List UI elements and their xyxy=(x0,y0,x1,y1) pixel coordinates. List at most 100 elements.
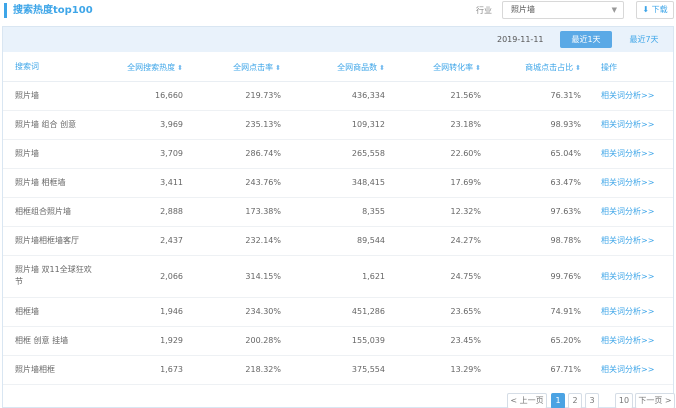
cell-heat: 3,969 xyxy=(93,110,189,140)
table-row: 照片墙 双11全球狂欢节 2,066 314.15% 1,621 24.75% … xyxy=(3,255,673,298)
cell-click-rate: 234.30% xyxy=(189,297,287,327)
related-analysis-link[interactable]: 相关词分析>> xyxy=(587,326,673,356)
sort-icon[interactable]: ⬍ xyxy=(177,64,183,72)
cell-heat: 16,660 xyxy=(93,81,189,111)
cell-click-rate: 235.13% xyxy=(189,110,287,140)
cell-conversion-rate: 22.60% xyxy=(391,139,487,169)
cell-conversion-rate: 23.18% xyxy=(391,110,487,140)
cell-conversion-rate: 13.29% xyxy=(391,355,487,385)
cell-heat: 3,411 xyxy=(93,168,189,198)
cell-click-rate: 173.38% xyxy=(189,197,287,227)
sort-icon[interactable]: ⬍ xyxy=(475,64,481,72)
cell-keyword: 相框 创意 挂墙 xyxy=(3,326,93,356)
prev-page-button[interactable]: < 上一页 xyxy=(507,393,547,408)
cell-goods-count: 348,415 xyxy=(287,168,391,198)
table-row: 相框墙 1,946 234.30% 451,286 23.65% 74.91% … xyxy=(3,297,673,327)
cell-conversion-rate: 12.32% xyxy=(391,197,487,227)
download-label: 下载 xyxy=(651,5,668,14)
cell-mall-click-ratio: 67.71% xyxy=(487,355,587,385)
cell-conversion-rate: 24.27% xyxy=(391,226,487,256)
cell-mall-click-ratio: 65.04% xyxy=(487,139,587,169)
table-header-row: 搜索词 全网搜索热度 ⬍ 全网点击率 ⬍ 全网商品数 ⬍ 全网转化率 ⬍ 商城点击占比 ⬍… xyxy=(3,54,673,82)
cell-keyword: 照片墙相框墙客厅 xyxy=(3,226,93,256)
industry-select[interactable]: 照片墙 ▼ xyxy=(502,1,624,19)
cell-keyword: 相框组合照片墙 xyxy=(3,197,93,227)
download-icon: ⬇ xyxy=(642,5,650,14)
cell-heat: 2,066 xyxy=(93,255,189,298)
cell-mall-click-ratio: 74.91% xyxy=(487,297,587,327)
cell-keyword: 照片墙 xyxy=(3,139,93,169)
cell-click-rate: 200.28% xyxy=(189,326,287,356)
cell-goods-count: 1,621 xyxy=(287,255,391,298)
recent-1day-button[interactable]: 最近1天 xyxy=(560,31,612,48)
table-row: 照片墙 16,660 219.73% 436,334 21.56% 76.31%… xyxy=(3,81,673,111)
header-conversion-rate[interactable]: 全网转化率 ⬍ xyxy=(391,54,487,82)
sort-icon[interactable]: ⬍ xyxy=(379,64,385,72)
date-toolbar: 2019-11-11 最近1天 最近7天 xyxy=(3,27,673,52)
page-1-button[interactable]: 1 xyxy=(551,393,565,408)
cell-goods-count: 451,286 xyxy=(287,297,391,327)
cell-heat: 1,673 xyxy=(93,355,189,385)
related-analysis-link[interactable]: 相关词分析>> xyxy=(587,81,673,111)
cell-keyword: 照片墙 相框墙 xyxy=(3,168,93,198)
header-heat[interactable]: 全网搜索热度 ⬍ xyxy=(93,54,189,82)
related-analysis-link[interactable]: 相关词分析>> xyxy=(587,226,673,256)
top-bar: 搜索热度top100 行业 照片墙 ▼ ⬇ 下载 xyxy=(0,0,676,24)
cell-conversion-rate: 24.75% xyxy=(391,255,487,298)
related-analysis-link[interactable]: 相关词分析>> xyxy=(587,168,673,198)
recent-7day-button[interactable]: 最近7天 xyxy=(619,31,669,48)
cell-goods-count: 8,355 xyxy=(287,197,391,227)
ranking-card: 2019-11-11 最近1天 最近7天 搜索词 全网搜索热度 ⬍ 全网点击率 ⬍ … xyxy=(2,26,675,408)
cell-conversion-rate: 17.69% xyxy=(391,168,487,198)
table-row: 照片墙相框 1,673 218.32% 375,554 13.29% 67.71… xyxy=(3,355,673,385)
cell-goods-count: 89,544 xyxy=(287,226,391,256)
cell-goods-count: 109,312 xyxy=(287,110,391,140)
page-3-button[interactable]: 3 xyxy=(585,393,599,408)
related-analysis-link[interactable]: 相关词分析>> xyxy=(587,139,673,169)
page-jump-input[interactable]: 10 xyxy=(615,393,633,408)
cell-keyword: 照片墙 双11全球狂欢节 xyxy=(3,255,93,298)
related-analysis-link[interactable]: 相关词分析>> xyxy=(587,197,673,227)
cell-heat: 3,709 xyxy=(93,139,189,169)
cell-mall-click-ratio: 99.76% xyxy=(487,255,587,298)
cell-heat: 1,929 xyxy=(93,326,189,356)
header-keyword: 搜索词 xyxy=(3,54,93,82)
table-row: 照片墙相框墙客厅 2,437 232.14% 89,544 24.27% 98.… xyxy=(3,226,673,256)
sort-icon[interactable]: ⬍ xyxy=(275,64,281,72)
related-analysis-link[interactable]: 相关词分析>> xyxy=(587,110,673,140)
cell-heat: 2,437 xyxy=(93,226,189,256)
cell-mall-click-ratio: 65.20% xyxy=(487,326,587,356)
cell-heat: 2,888 xyxy=(93,197,189,227)
header-mall-click-ratio[interactable]: 商城点击占比 ⬍ xyxy=(487,54,587,82)
cell-click-rate: 218.32% xyxy=(189,355,287,385)
header-operation: 操作 xyxy=(587,54,673,82)
cell-goods-count: 155,039 xyxy=(287,326,391,356)
table-row: 相框 创意 挂墙 1,929 200.28% 155,039 23.45% 65… xyxy=(3,326,673,356)
header-click-rate[interactable]: 全网点击率 ⬍ xyxy=(189,54,287,82)
related-analysis-link[interactable]: 相关词分析>> xyxy=(587,255,673,298)
cell-mall-click-ratio: 98.78% xyxy=(487,226,587,256)
table-row: 相框组合照片墙 2,888 173.38% 8,355 12.32% 97.63… xyxy=(3,197,673,227)
table-row: 照片墙 组合 创意 3,969 235.13% 109,312 23.18% 9… xyxy=(3,110,673,140)
panel-title: 搜索热度top100 xyxy=(4,3,93,18)
cell-mall-click-ratio: 76.31% xyxy=(487,81,587,111)
cell-click-rate: 243.76% xyxy=(189,168,287,198)
page-2-button[interactable]: 2 xyxy=(568,393,582,408)
cell-mall-click-ratio: 63.47% xyxy=(487,168,587,198)
chevron-down-icon: ▼ xyxy=(611,6,617,14)
cell-conversion-rate: 23.65% xyxy=(391,297,487,327)
related-analysis-link[interactable]: 相关词分析>> xyxy=(587,297,673,327)
table-row: 照片墙 相框墙 3,411 243.76% 348,415 17.69% 63.… xyxy=(3,168,673,198)
ranking-table: 搜索词 全网搜索热度 ⬍ 全网点击率 ⬍ 全网商品数 ⬍ 全网转化率 ⬍ 商城点击占比 ⬍… xyxy=(3,54,673,385)
download-button[interactable]: ⬇ 下载 xyxy=(636,1,674,19)
related-analysis-link[interactable]: 相关词分析>> xyxy=(587,355,673,385)
cell-click-rate: 219.73% xyxy=(189,81,287,111)
header-goods-count[interactable]: 全网商品数 ⬍ xyxy=(287,54,391,82)
sort-icon[interactable]: ⬍ xyxy=(575,64,581,72)
next-page-button[interactable]: 下一页 > xyxy=(635,393,675,408)
cell-click-rate: 232.14% xyxy=(189,226,287,256)
cell-conversion-rate: 23.45% xyxy=(391,326,487,356)
cell-conversion-rate: 21.56% xyxy=(391,81,487,111)
cell-heat: 1,946 xyxy=(93,297,189,327)
cell-goods-count: 436,334 xyxy=(287,81,391,111)
